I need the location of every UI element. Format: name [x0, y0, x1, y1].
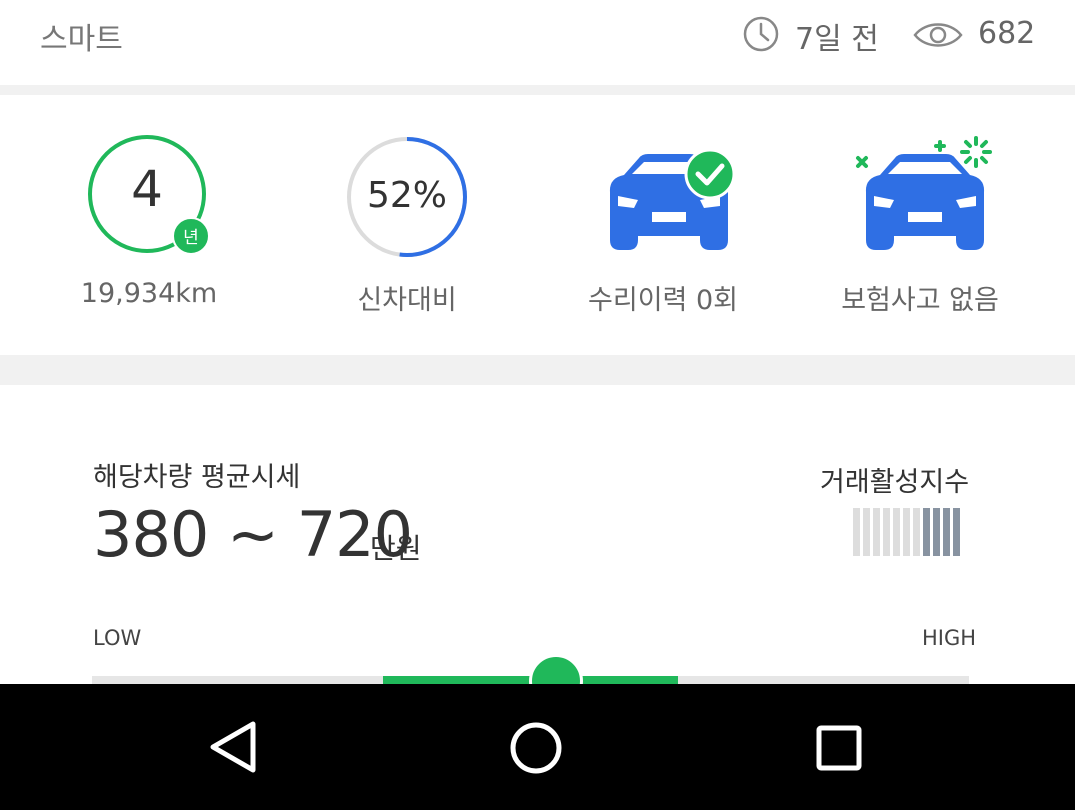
activity-bar — [903, 508, 910, 556]
activity-bar — [883, 508, 890, 556]
section-divider — [0, 355, 1075, 385]
repair-history-label: 수리이력 0회 — [588, 285, 738, 316]
new-car-ratio-value: 52% — [366, 175, 447, 216]
eye-icon — [913, 23, 963, 47]
activity-bar — [893, 508, 900, 556]
low-label: LOW — [93, 626, 142, 650]
car-age-unit-badge: 년 — [172, 217, 210, 255]
insurance-accident-label: 보험사고 없음 — [841, 285, 999, 316]
avg-price-range: 380 ~ 720 — [93, 498, 413, 571]
divider — [0, 85, 1075, 95]
activity-bar — [953, 508, 960, 556]
car-check-icon — [609, 148, 736, 250]
car-age-value: 4 — [131, 160, 163, 218]
clock-icon — [743, 16, 779, 52]
trade-activity-title: 거래활성지수 — [820, 467, 970, 498]
nav-back-icon[interactable] — [205, 718, 261, 776]
activity-bar — [943, 508, 950, 556]
activity-bar — [933, 508, 940, 556]
activity-bar — [863, 508, 870, 556]
avg-price-title: 해당차량 평균시세 — [93, 462, 301, 493]
activity-bar — [873, 508, 880, 556]
brand-label: 스마트 — [40, 22, 123, 57]
posted-ago: 7일 전 — [795, 22, 879, 57]
trade-activity-meter — [853, 508, 981, 556]
activity-bar — [913, 508, 920, 556]
mileage: 19,934km — [80, 278, 218, 309]
car-sparkle-icon — [856, 136, 992, 250]
nav-recent-icon[interactable] — [815, 724, 863, 772]
view-count: 682 — [978, 16, 1036, 51]
activity-bar — [923, 508, 930, 556]
nav-home-icon[interactable] — [508, 720, 564, 776]
activity-bar — [853, 508, 860, 556]
new-car-ratio-label: 신차대비 — [357, 285, 457, 316]
high-label: HIGH — [922, 626, 977, 650]
avg-price-unit: 만원 — [370, 532, 422, 565]
